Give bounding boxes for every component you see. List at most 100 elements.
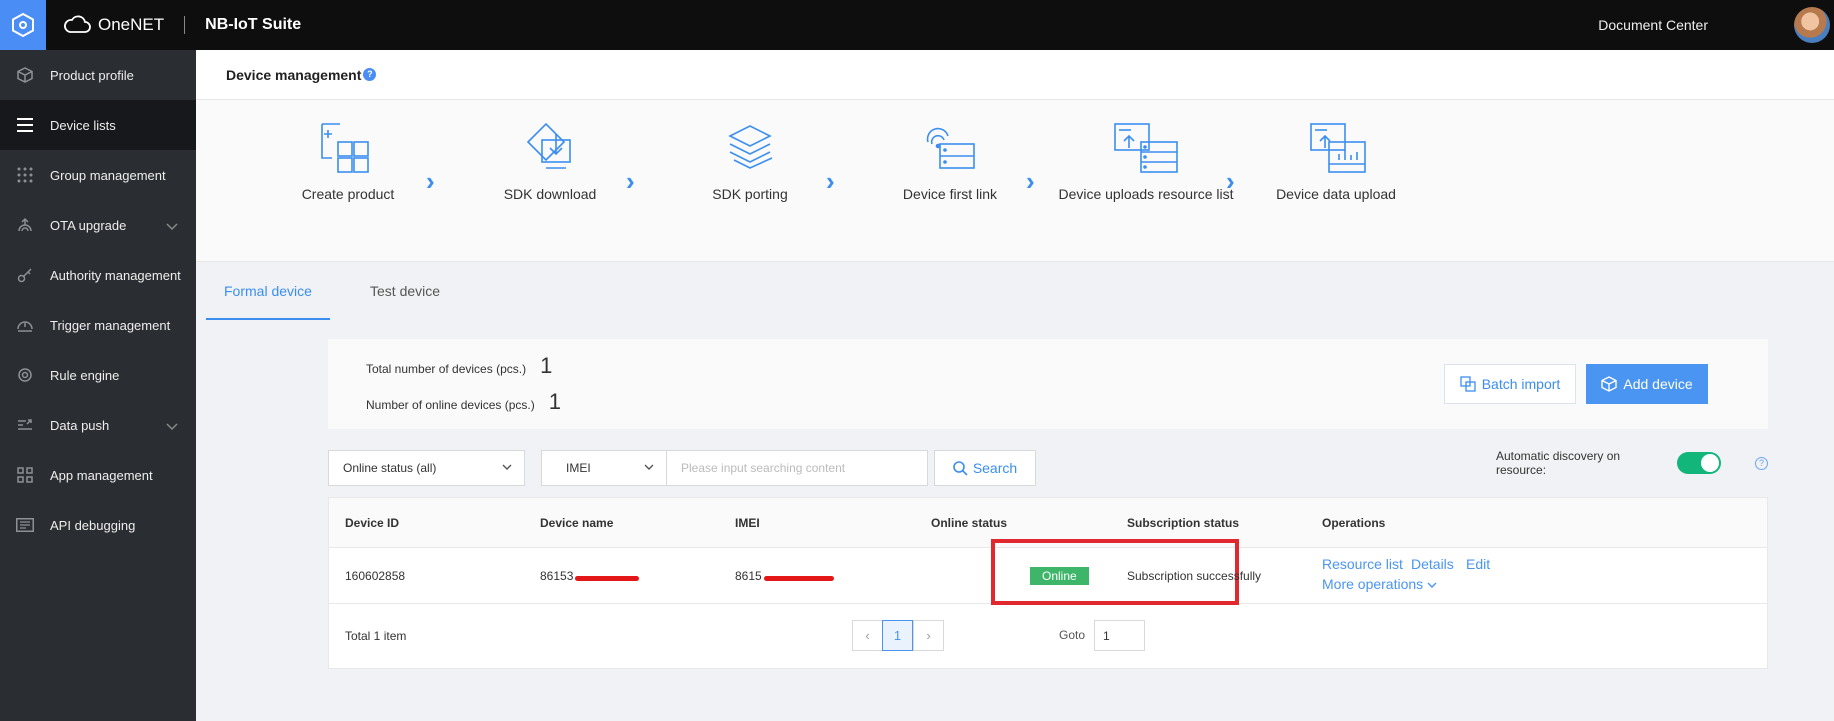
sidebar-item-label: OTA upgrade <box>50 217 127 233</box>
ota-icon <box>14 216 36 234</box>
chevron-down-icon <box>502 451 512 485</box>
sidebar-item-app-management[interactable]: App management <box>0 450 196 500</box>
filter-bar: Online status (all) IMEI Search Automati… <box>328 449 1768 486</box>
sidebar-item-label: Product profile <box>50 67 134 83</box>
previous-page-button[interactable]: ‹ <box>852 620 883 651</box>
tab-formal-device[interactable]: Formal device <box>206 262 330 320</box>
upload-resource-icon <box>1114 123 1178 173</box>
sidebar-item-ota-upgrade[interactable]: OTA upgrade <box>0 200 196 250</box>
key-icon <box>14 266 36 284</box>
sidebar-item-group-management[interactable]: Group management <box>0 150 196 200</box>
step-label: SDK download <box>503 186 597 202</box>
avatar[interactable] <box>1794 7 1830 43</box>
suite-name: NB-IoT Suite <box>205 16 302 33</box>
sidebar-item-product-profile[interactable]: Product profile <box>0 50 196 100</box>
api-icon <box>14 516 36 534</box>
resource-list-link[interactable]: Resource list <box>1322 556 1403 572</box>
auto-discovery-toggle[interactable] <box>1677 452 1722 474</box>
online-status-select[interactable]: Online status (all) <box>328 450 525 486</box>
main-content: Device management? Create product › SDK … <box>196 50 1834 721</box>
chevron-down-icon <box>1427 582 1437 588</box>
search-button[interactable]: Search <box>934 450 1036 486</box>
chevron-down-icon[interactable] <box>166 219 178 234</box>
cube-icon <box>14 66 36 84</box>
sidebar-item-label: Device lists <box>50 117 116 133</box>
search-field-select[interactable]: IMEI <box>541 450 667 486</box>
step-label: SDK porting <box>712 186 788 202</box>
device-id-cell: 160602858 <box>345 569 406 583</box>
details-link[interactable]: Details <box>1411 556 1454 572</box>
sdk-download-icon <box>526 122 571 169</box>
help-icon[interactable]: ? <box>363 68 377 81</box>
subscription-status-cell: Subscription successfully <box>1127 569 1262 583</box>
app-logo[interactable] <box>0 0 46 50</box>
sidebar-item-api-debugging[interactable]: API debugging <box>0 500 196 550</box>
sdk-porting-icon <box>728 125 773 169</box>
sidebar-item-rule-engine[interactable]: Rule engine <box>0 350 196 400</box>
imei-value: 8615 <box>735 569 762 583</box>
step-create-product: Create product <box>288 122 408 202</box>
chevron-right-icon: › <box>1226 166 1235 196</box>
goto-label: Goto <box>1059 628 1086 642</box>
batch-import-button[interactable]: Batch import <box>1444 364 1576 404</box>
online-status-select-value: Online status (all) <box>343 461 437 475</box>
chevron-right-icon: › <box>826 166 835 196</box>
search-icon <box>953 460 968 476</box>
online-devices-label: Number of online devices (pcs.) <box>366 398 535 412</box>
add-device-label: Add device <box>1623 376 1693 392</box>
device-name-value: 86153 <box>540 569 574 583</box>
sidebar-item-label: API debugging <box>50 517 136 533</box>
chevron-right-icon: › <box>626 166 635 196</box>
next-page-button[interactable]: › <box>913 620 944 651</box>
chevron-right-icon: › <box>426 166 435 196</box>
column-header: Operations <box>1322 516 1386 530</box>
step-sdk-download: SDK download <box>480 122 620 202</box>
sidebar-item-data-push[interactable]: Data push <box>0 400 196 450</box>
table-footer: Total 1 item ‹ 1 › Goto <box>329 604 1767 668</box>
apps-icon <box>14 466 36 484</box>
device-table: Device ID Device name IMEI Online status… <box>328 497 1768 669</box>
more-operations-label: More operations <box>1322 576 1424 592</box>
device-name-cell[interactable]: 86153 <box>540 548 640 604</box>
total-devices-value: 1 <box>540 353 553 378</box>
chevron-right-icon: › <box>1026 166 1035 196</box>
step-sdk-porting: SDK porting <box>680 122 820 202</box>
imei-cell: 8615 <box>735 548 834 604</box>
column-header: Device ID <box>345 516 400 530</box>
document-center-link[interactable]: Document Center <box>1598 0 1708 50</box>
step-device-uploads-resource-list: Device uploads resource list <box>1048 122 1244 202</box>
online-devices: Number of online devices (pcs.) 1 <box>366 389 561 415</box>
batch-import-label: Batch import <box>1481 376 1561 392</box>
chevron-down-icon <box>644 451 654 485</box>
sidebar-item-authority-management[interactable]: Authority management <box>0 250 196 300</box>
sidebar-item-label: Authority management <box>50 267 181 283</box>
tab-test-device[interactable]: Test device <box>370 262 440 320</box>
sidebar-item-label: Data push <box>50 417 110 433</box>
sidebar-item-label: App management <box>50 467 153 483</box>
help-icon[interactable]: ? <box>1755 456 1768 470</box>
sidebar-item-label: Rule engine <box>50 367 120 383</box>
more-operations-link[interactable]: More operations <box>1322 576 1437 592</box>
batch-import-icon <box>1460 376 1476 392</box>
push-icon <box>14 416 36 434</box>
search-input[interactable] <box>667 450 928 486</box>
auto-discovery: Automatic discovery on resource: ? <box>1496 449 1768 477</box>
rule-icon <box>14 366 36 384</box>
cube-icon <box>1601 376 1618 392</box>
page-number-button[interactable]: 1 <box>882 620 913 651</box>
edit-link[interactable]: Edit <box>1466 556 1490 572</box>
chevron-down-icon[interactable] <box>166 419 178 434</box>
online-devices-value: 1 <box>548 389 561 414</box>
create-product-icon <box>321 123 369 173</box>
grid-dots-icon <box>14 166 36 184</box>
total-devices-label: Total number of devices (pcs.) <box>366 362 527 376</box>
step-label: Device data upload <box>1276 186 1396 202</box>
goto-page-input[interactable] <box>1094 620 1145 651</box>
total-items: Total 1 item <box>345 629 407 643</box>
sidebar-item-trigger-management[interactable]: Trigger management <box>0 300 196 350</box>
search-field-select-value: IMEI <box>566 461 591 475</box>
column-header: Device name <box>540 516 614 530</box>
add-device-button[interactable]: Add device <box>1586 364 1708 404</box>
sidebar-item-device-lists[interactable]: Device lists <box>0 100 196 150</box>
page-title: Device management <box>226 66 362 83</box>
